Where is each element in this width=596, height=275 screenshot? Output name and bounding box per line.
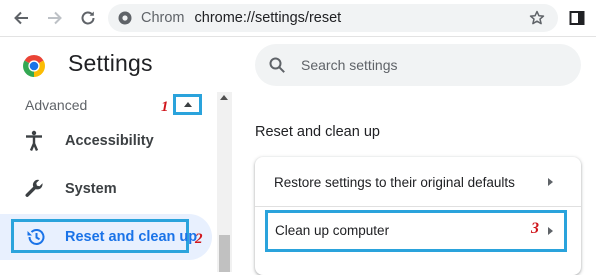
search-icon [268,56,286,74]
step-number-3: 3 [531,220,539,237]
omnibox[interactable]: Chrom chrome://settings/reset [108,4,558,32]
search-placeholder[interactable]: Search settings [301,57,398,73]
step-number-1: 1 [161,99,169,115]
reload-icon[interactable] [77,7,99,29]
scrollbar-thumb[interactable] [219,235,230,272]
reset-history-icon [24,225,48,249]
chevron-right-icon[interactable] [548,178,553,186]
side-panel-icon[interactable] [566,7,588,29]
clean-up-computer-row[interactable]: Clean up computer [275,223,389,238]
section-title: Reset and clean up [255,124,380,140]
advanced-section-label[interactable]: Advanced [25,97,87,113]
row-divider [255,206,581,207]
restore-defaults-row[interactable]: Restore settings to their original defau… [274,175,515,190]
advanced-collapse-toggle[interactable] [173,94,202,115]
site-info-icon[interactable] [116,9,134,27]
chrome-logo-icon [22,54,46,78]
scroll-up-arrow-icon[interactable] [220,95,228,100]
caret-up-icon [183,102,192,107]
sidebar-item-system[interactable]: System [0,170,210,208]
site-chip-label: Chrom [141,10,185,26]
sidebar-item-label: Accessibility [65,133,154,149]
sidebar-item-accessibility[interactable]: Accessibility [0,122,210,160]
sidebar-item-reset-and-clean-up[interactable]: Reset and clean up [0,218,210,256]
wrench-icon [22,177,46,201]
back-arrow-icon[interactable] [10,7,32,29]
sidebar-item-label: System [65,181,117,197]
url-text[interactable]: chrome://settings/reset [195,10,342,26]
sidebar-item-label: Reset and clean up [65,229,198,245]
forward-arrow-icon[interactable] [44,7,66,29]
bookmark-star-icon[interactable] [526,7,548,29]
accessibility-icon [22,129,46,153]
page-title: Settings [68,50,153,76]
step-number-2: 2 [195,231,203,247]
chevron-right-icon[interactable] [548,227,553,235]
